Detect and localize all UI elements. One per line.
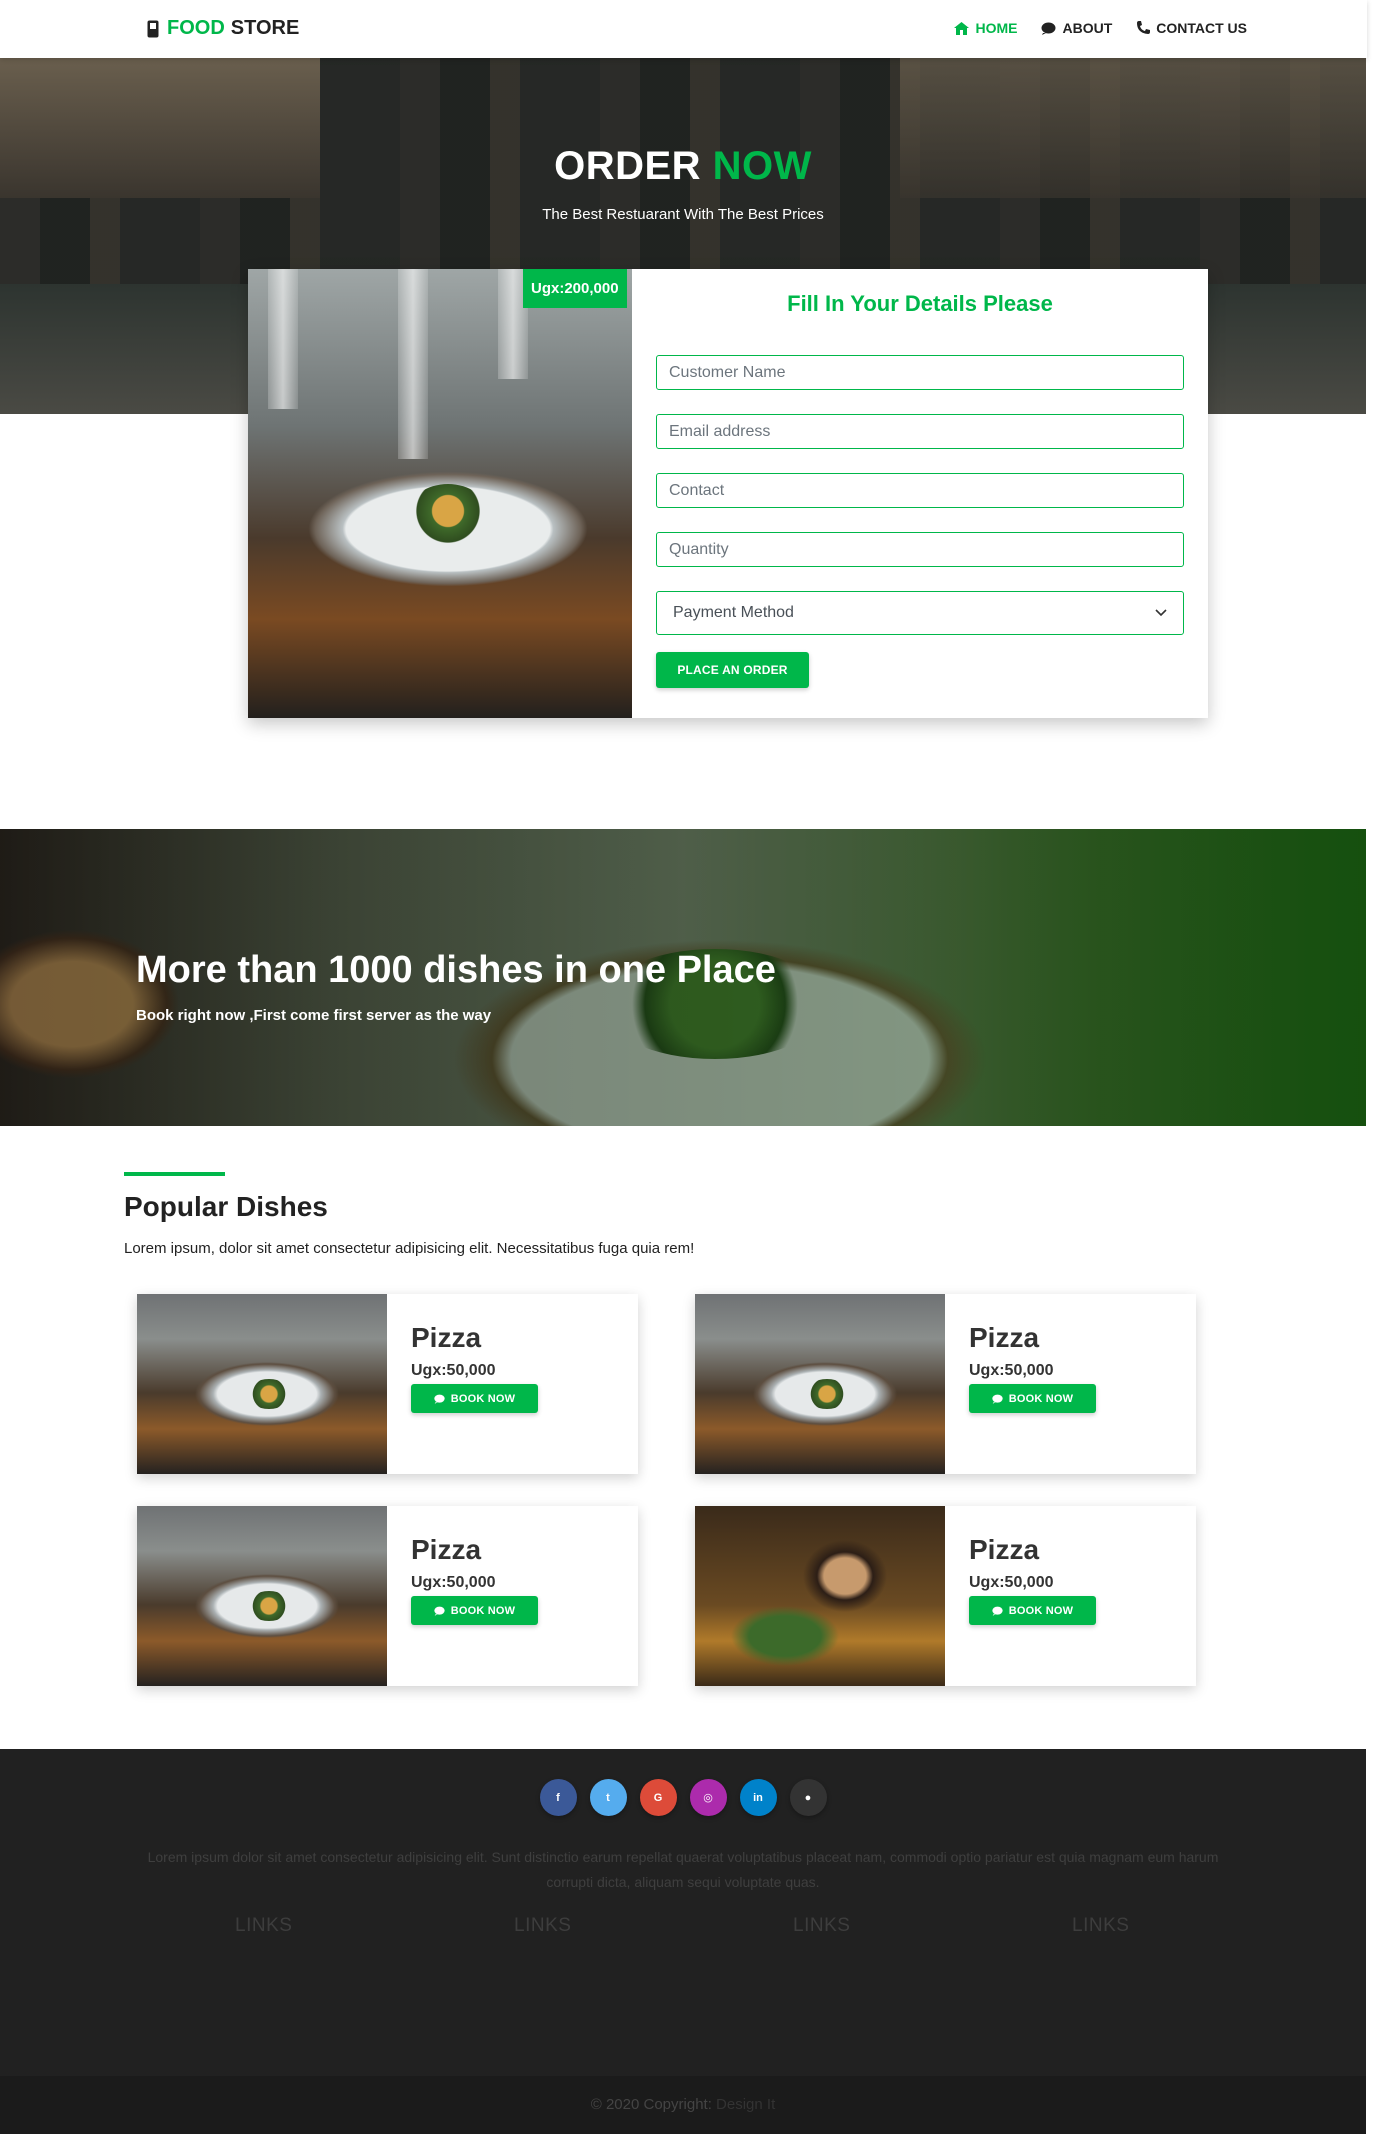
chat-icon <box>992 1394 1003 1404</box>
customer-name-input[interactable] <box>656 355 1184 390</box>
phone-icon <box>1137 21 1151 34</box>
footer-link[interactable]: LINKS <box>1072 1915 1129 1937</box>
instagram-icon[interactable]: ◎ <box>689 1779 727 1816</box>
navbar: FOOD STORE HOME ABOUT CONTACT US <box>0 0 1367 58</box>
chat-icon <box>1041 22 1056 35</box>
popular-heading: Popular Dishes <box>124 1191 328 1222</box>
footer: f t G ◎ in ● Lorem ipsum dolor sit amet … <box>0 1749 1366 2134</box>
order-card: Ugx:200,000 Fill In Your Details Please … <box>248 269 1208 718</box>
copyright-link[interactable]: Design It <box>716 2096 775 2113</box>
dish-price: Ugx:50,000 <box>969 1362 1054 1379</box>
hero-title-first: ORDER <box>554 144 702 188</box>
dish-name: Pizza <box>411 1322 482 1353</box>
chat-icon <box>434 1394 445 1404</box>
banner-subtext: Book right now ,First come first server … <box>136 1007 492 1024</box>
dish-card: Pizza Ugx:50,000 BOOK NOW <box>137 1506 638 1686</box>
book-now-button[interactable]: BOOK NOW <box>411 1596 538 1625</box>
facebook-icon[interactable]: f <box>539 1779 577 1816</box>
copyright-text: © 2020 Copyright: <box>590 2096 712 2113</box>
order-form: Fill In Your Details Please Payment Meth… <box>656 269 1184 688</box>
chevron-down-icon <box>1155 609 1167 617</box>
dish-info: Pizza Ugx:50,000 BOOK NOW <box>969 1322 1096 1413</box>
copyright-bar: © 2020 Copyright: Design It <box>0 2076 1366 2134</box>
footer-link[interactable]: LINKS <box>235 1915 292 1937</box>
banner-heading: More than 1000 dishes in one Place <box>136 949 776 991</box>
chat-icon <box>434 1606 445 1616</box>
order-form-heading: Fill In Your Details Please <box>787 291 1053 316</box>
home-icon <box>954 21 970 35</box>
dish-name: Pizza <box>969 1534 1040 1565</box>
section-accent-bar <box>124 1172 225 1176</box>
brand-first: FOOD <box>167 17 225 39</box>
nav-home-label: HOME <box>975 20 1018 36</box>
dish-image <box>137 1506 387 1686</box>
book-now-button[interactable]: BOOK NOW <box>969 1596 1096 1625</box>
nav-about[interactable]: ABOUT <box>1041 20 1112 36</box>
footer-link[interactable]: LINKS <box>793 1915 850 1937</box>
nav-contact-label: CONTACT US <box>1156 20 1247 36</box>
google-icon[interactable]: G <box>639 1779 677 1816</box>
nav-about-label: ABOUT <box>1062 20 1113 36</box>
book-now-label: BOOK NOW <box>450 1392 516 1405</box>
popular-description: Lorem ipsum, dolor sit amet consectetur … <box>124 1240 695 1257</box>
payment-method-select[interactable]: Payment Method <box>656 591 1184 635</box>
footer-text: Lorem ipsum dolor sit amet consectetur a… <box>147 1849 1219 1890</box>
book-now-label: BOOK NOW <box>1008 1604 1074 1617</box>
brand[interactable]: FOOD STORE <box>147 17 299 40</box>
twitter-icon[interactable]: t <box>589 1779 627 1816</box>
store-logo-icon <box>147 20 159 37</box>
dish-name: Pizza <box>969 1322 1040 1353</box>
brand-second: STORE <box>230 17 300 39</box>
place-order-button[interactable]: PLACE AN ORDER <box>656 652 809 688</box>
nav-links: HOME ABOUT CONTACT US <box>954 20 1247 36</box>
dish-card: Pizza Ugx:50,000 BOOK NOW <box>695 1294 1196 1474</box>
email-input[interactable] <box>656 414 1184 449</box>
dish-card: Pizza Ugx:50,000 BOOK NOW <box>137 1294 638 1474</box>
dish-price: Ugx:50,000 <box>411 1362 496 1379</box>
book-now-label: BOOK NOW <box>450 1604 516 1617</box>
chat-icon <box>992 1606 1003 1616</box>
github-icon[interactable]: ● <box>789 1779 827 1816</box>
book-now-button[interactable]: BOOK NOW <box>411 1384 538 1413</box>
dish-image <box>137 1294 387 1474</box>
payment-method-value: Payment Method <box>673 604 794 621</box>
book-now-button[interactable]: BOOK NOW <box>969 1384 1096 1413</box>
hero-subtitle: The Best Restuarant With The Best Prices <box>542 206 824 223</box>
glass-decor <box>398 269 428 459</box>
dish-card: Pizza Ugx:50,000 BOOK NOW <box>695 1506 1196 1686</box>
social-links: f t G ◎ in ● <box>0 1779 1366 1816</box>
dish-image <box>695 1506 945 1686</box>
order-dish-image <box>248 269 632 718</box>
popular-section-header: Popular Dishes Lorem ipsum, dolor sit am… <box>124 1172 694 1257</box>
linkedin-icon[interactable]: in <box>739 1779 777 1816</box>
hero-title: ORDER NOW <box>0 144 1366 189</box>
dish-price: Ugx:50,000 <box>411 1574 496 1591</box>
dish-info: Pizza Ugx:50,000 BOOK NOW <box>411 1322 538 1413</box>
dish-price: Ugx:50,000 <box>969 1574 1054 1591</box>
nav-contact[interactable]: CONTACT US <box>1136 20 1247 36</box>
quantity-input[interactable] <box>656 532 1184 567</box>
nav-home[interactable]: HOME <box>954 20 1017 36</box>
hero-title-second: NOW <box>712 144 812 188</box>
book-now-label: BOOK NOW <box>1008 1392 1074 1405</box>
promo-banner: More than 1000 dishes in one Place Book … <box>0 829 1366 1126</box>
contact-input[interactable] <box>656 473 1184 508</box>
footer-link[interactable]: LINKS <box>514 1915 571 1937</box>
dish-info: Pizza Ugx:50,000 BOOK NOW <box>411 1534 538 1625</box>
dish-food <box>408 484 488 544</box>
dish-name: Pizza <box>411 1534 482 1565</box>
order-price-badge: Ugx:200,000 <box>523 269 627 308</box>
dish-image <box>695 1294 945 1474</box>
dish-info: Pizza Ugx:50,000 BOOK NOW <box>969 1534 1096 1625</box>
glass-decor <box>268 269 298 409</box>
